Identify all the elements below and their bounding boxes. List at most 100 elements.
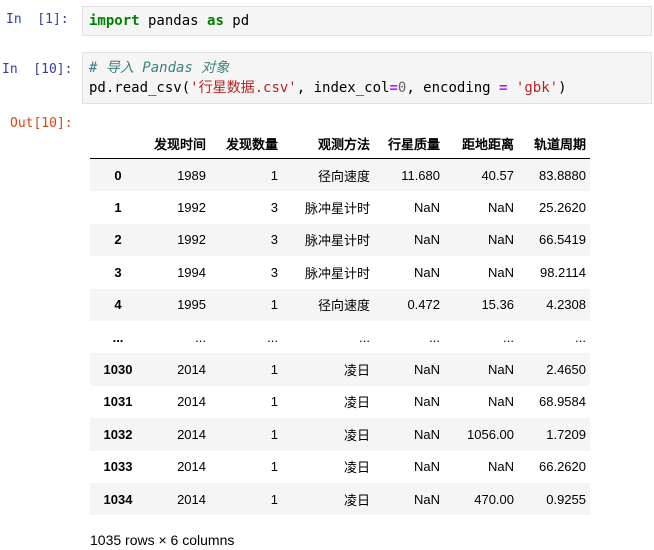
table-cell: NaN — [487, 394, 514, 410]
table-cell: 脉冲星计时 — [304, 233, 370, 249]
code-comment: # 导入 Pandas 对象 — [89, 60, 230, 76]
table-cell: 凌日 — [343, 427, 370, 443]
table-cell: 1994 — [177, 264, 206, 280]
table-cell: 凌日 — [343, 492, 370, 508]
table-cell: 2014 — [177, 426, 206, 442]
column-header: 轨道周期 — [518, 128, 590, 159]
column-header: 发现时间 — [146, 128, 206, 159]
table-cell: NaN — [487, 264, 514, 280]
table-cell: 1.7209 — [546, 426, 586, 442]
column-header: 发现数量 — [206, 128, 282, 159]
table-cell: ... — [359, 329, 370, 345]
row-index: ... — [112, 329, 124, 345]
table-cell: ... — [429, 329, 440, 345]
table-cell: 1 — [270, 459, 278, 475]
table-cell: 3 — [270, 200, 278, 216]
table-cell: 68.9584 — [539, 394, 586, 410]
code-line: import pandas as pd — [83, 11, 651, 31]
call-suffix: ) — [558, 80, 567, 96]
table-cell: ... — [195, 329, 206, 345]
table-cell: 11.680 — [401, 167, 440, 183]
table-cell: 83.8880 — [539, 167, 586, 183]
table-cell: 径向速度 — [317, 168, 370, 184]
table-cell: 1 — [270, 394, 278, 410]
dataframe-shape-text: 1035 rows × 6 columns — [90, 532, 235, 548]
cell-1-code-editor[interactable]: import pandas as pd — [82, 6, 652, 36]
table-cell: NaN — [413, 232, 440, 248]
table-cell: 0.9255 — [546, 491, 586, 507]
table-cell: 1 — [270, 491, 278, 507]
table-row: 4 1995 1 径向速度 0.472 15.36 4.2308 — [90, 288, 590, 321]
table-header-row: 发现时间 发现数量 观测方法 行星质量 距地距离 轨道周期 — [90, 128, 590, 159]
arg-encoding: , encoding — [406, 80, 500, 96]
table-cell: NaN — [487, 459, 514, 475]
row-index: 1034 — [103, 491, 133, 507]
index-header — [90, 128, 146, 159]
table-cell: 3 — [270, 232, 278, 248]
table-cell: 1992 — [177, 200, 206, 216]
row-index: 4 — [114, 297, 122, 313]
table-cell: 1989 — [177, 167, 206, 183]
as-keyword: as — [207, 13, 224, 29]
table-cell: NaN — [413, 264, 440, 280]
table-cell: NaN — [413, 459, 440, 475]
table-row: 1031 2014 1 凌日 NaN NaN 68.9584 — [90, 385, 590, 419]
table-cell: 15.36 — [481, 297, 514, 313]
row-index: 3 — [114, 264, 122, 280]
table-cell: 98.2114 — [539, 264, 586, 280]
table-cell: 2.4650 — [546, 362, 586, 378]
cell-2-code-editor[interactable]: # 导入 Pandas 对象 pd.read_csv('行星数据.csv', i… — [82, 52, 652, 104]
row-index: 1032 — [103, 426, 133, 442]
table-cell: NaN — [413, 426, 440, 442]
table-row: 1034 2014 1 凌日 NaN 470.00 0.9255 — [90, 482, 590, 516]
row-index: 1 — [114, 200, 122, 216]
row-index: 1031 — [103, 394, 133, 410]
table-cell: NaN — [487, 200, 514, 216]
table-cell: 1 — [270, 362, 278, 378]
call-prefix: pd.read_csv( — [89, 80, 191, 96]
table-cell: 2014 — [177, 491, 206, 507]
table-cell: 1056.00 — [467, 426, 514, 442]
table-cell: ... — [503, 329, 514, 345]
table-cell: 脉冲星计时 — [304, 201, 370, 217]
table-row: 1 1992 3 脉冲星计时 NaN NaN 25.2620 — [90, 191, 590, 224]
column-header: 观测方法 — [282, 128, 374, 159]
table-cell: 凌日 — [343, 395, 370, 411]
table-cell: 25.2620 — [539, 200, 586, 216]
table-cell: 470.00 — [474, 491, 514, 507]
arg-index-col: , index_col — [296, 80, 390, 96]
column-header: 距地距离 — [444, 128, 518, 159]
table-cell: 2014 — [177, 459, 206, 475]
table-cell: 1 — [270, 167, 278, 183]
table-cell: 1992 — [177, 232, 206, 248]
import-keyword: import — [89, 13, 140, 29]
table-row: 3 1994 3 脉冲星计时 NaN NaN 98.2114 — [90, 256, 590, 289]
table-cell: NaN — [413, 200, 440, 216]
cell-2-input-prompt: In [10]: — [2, 62, 73, 77]
table-cell: 66.5419 — [539, 232, 586, 248]
table-cell: NaN — [413, 394, 440, 410]
table-cell: 0.472 — [407, 297, 440, 313]
table-row: 1030 2014 1 凌日 NaN NaN 2.4650 — [90, 353, 590, 386]
row-index: 0 — [114, 167, 122, 183]
table-cell: 2014 — [177, 362, 206, 378]
table-cell: ... — [267, 329, 278, 345]
row-index: 2 — [114, 232, 122, 248]
table-cell: 40.57 — [481, 167, 514, 183]
table-cell: NaN — [413, 362, 440, 378]
code-line: pd.read_csv('行星数据.csv', index_col=0, enc… — [83, 78, 651, 98]
table-cell: 4.2308 — [546, 297, 586, 313]
row-index: 1033 — [103, 459, 133, 475]
table-cell: NaN — [487, 232, 514, 248]
table-cell: 脉冲星计时 — [304, 265, 370, 281]
cell-1-input-prompt: In [1]: — [6, 12, 69, 27]
table-row: 0 1989 1 径向速度 11.680 40.57 83.8880 — [90, 158, 590, 192]
encoding-string: 'gbk' — [515, 80, 559, 96]
table-cell: 凌日 — [343, 363, 370, 379]
table-cell: NaN — [413, 491, 440, 507]
table-row: 2 1992 3 脉冲星计时 NaN NaN 66.5419 — [90, 223, 590, 257]
table-cell: 1995 — [177, 297, 206, 313]
table-cell: 1 — [270, 297, 278, 313]
table-row: ..................... — [90, 320, 590, 354]
table-cell: 1 — [270, 426, 278, 442]
